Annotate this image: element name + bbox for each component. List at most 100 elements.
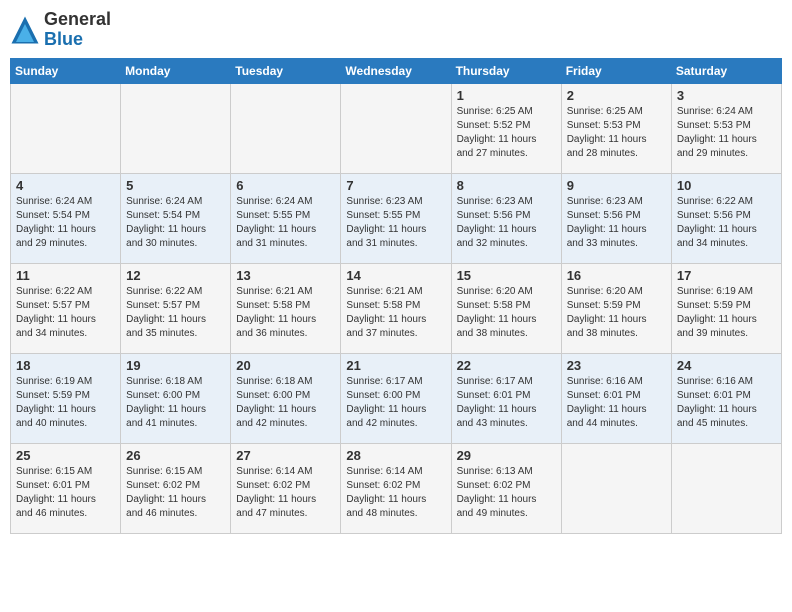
day-number: 21 — [346, 358, 445, 373]
calendar-cell: 5 Sunrise: 6:24 AMSunset: 5:54 PMDaylight… — [121, 173, 231, 263]
day-number: 25 — [16, 448, 115, 463]
calendar-header-row: SundayMondayTuesdayWednesdayThursdayFrid… — [11, 58, 782, 83]
calendar-cell: 2 Sunrise: 6:25 AMSunset: 5:53 PMDaylight… — [561, 83, 671, 173]
day-number: 1 — [457, 88, 556, 103]
day-number: 6 — [236, 178, 335, 193]
col-header-friday: Friday — [561, 58, 671, 83]
col-header-wednesday: Wednesday — [341, 58, 451, 83]
cell-info: Sunrise: 6:18 AMSunset: 6:00 PMDaylight:… — [126, 375, 225, 431]
cell-info: Sunrise: 6:24 AMSunset: 5:54 PMDaylight:… — [126, 195, 225, 251]
calendar-cell: 8Sunrise: 6:23 AMSunset: 5:56 PMDaylight… — [451, 173, 561, 263]
cell-info: Sunrise: 6:22 AMSunset: 5:56 PMDaylight:… — [677, 195, 776, 251]
calendar-cell: 25 Sunrise: 6:15 AMSunset: 6:01 PMDayligh… — [11, 443, 121, 533]
day-number: 3 — [677, 88, 776, 103]
calendar-cell: 23Sunrise: 6:16 AMSunset: 6:01 PMDayligh… — [561, 353, 671, 443]
day-number: 22 — [457, 358, 556, 373]
cell-info: Sunrise: 6:16 AMSunset: 6:01 PMDaylight:… — [677, 375, 776, 431]
day-number: 26 — [126, 448, 225, 463]
day-number: 4 — [16, 178, 115, 193]
calendar-cell — [671, 443, 781, 533]
col-header-saturday: Saturday — [671, 58, 781, 83]
calendar-cell: 28Sunrise: 6:14 AMSunset: 6:02 PMDayligh… — [341, 443, 451, 533]
calendar-week-5: 25 Sunrise: 6:15 AMSunset: 6:01 PMDayligh… — [11, 443, 782, 533]
cell-info: Sunrise: 6:23 AMSunset: 5:56 PMDaylight:… — [567, 195, 666, 251]
cell-info: Sunrise: 6:13 AMSunset: 6:02 PMDaylight:… — [457, 465, 556, 521]
cell-info: Sunrise: 6:21 AMSunset: 5:58 PMDaylight:… — [236, 285, 335, 341]
calendar-cell — [341, 83, 451, 173]
logo-icon — [10, 15, 40, 45]
cell-info: Sunrise: 6:19 AMSunset: 5:59 PMDaylight:… — [16, 375, 115, 431]
col-header-thursday: Thursday — [451, 58, 561, 83]
cell-info: Sunrise: 6:15 AMSunset: 6:01 PMDaylight:… — [16, 465, 115, 521]
day-number: 27 — [236, 448, 335, 463]
day-number: 13 — [236, 268, 335, 283]
calendar-cell: 21 Sunrise: 6:17 AMSunset: 6:00 PMDayligh… — [341, 353, 451, 443]
calendar-cell — [231, 83, 341, 173]
calendar-cell: 3 Sunrise: 6:24 AMSunset: 5:53 PMDaylight… — [671, 83, 781, 173]
cell-info: Sunrise: 6:24 AMSunset: 5:53 PMDaylight:… — [677, 105, 776, 161]
day-number: 28 — [346, 448, 445, 463]
cell-info: Sunrise: 6:24 AMSunset: 5:55 PMDaylight:… — [236, 195, 335, 251]
calendar-cell — [121, 83, 231, 173]
day-number: 17 — [677, 268, 776, 283]
cell-info: Sunrise: 6:21 AMSunset: 5:58 PMDaylight:… — [346, 285, 445, 341]
col-header-tuesday: Tuesday — [231, 58, 341, 83]
logo: GeneralBlue — [10, 10, 111, 50]
calendar-cell: 29 Sunrise: 6:13 AMSunset: 6:02 PMDayligh… — [451, 443, 561, 533]
calendar-cell: 14 Sunrise: 6:21 AMSunset: 5:58 PMDayligh… — [341, 263, 451, 353]
calendar-week-3: 11 Sunrise: 6:22 AMSunset: 5:57 PMDayligh… — [11, 263, 782, 353]
calendar-cell: 22 Sunrise: 6:17 AMSunset: 6:01 PMDayligh… — [451, 353, 561, 443]
day-number: 14 — [346, 268, 445, 283]
calendar-cell: 1 Sunrise: 6:25 AMSunset: 5:52 PMDaylight… — [451, 83, 561, 173]
calendar-cell: 26 Sunrise: 6:15 AMSunset: 6:02 PMDayligh… — [121, 443, 231, 533]
calendar-cell: 24 Sunrise: 6:16 AMSunset: 6:01 PMDayligh… — [671, 353, 781, 443]
logo-text: GeneralBlue — [44, 10, 111, 50]
cell-info: Sunrise: 6:18 AMSunset: 6:00 PMDaylight:… — [236, 375, 335, 431]
calendar-cell: 9 Sunrise: 6:23 AMSunset: 5:56 PMDaylight… — [561, 173, 671, 263]
day-number: 15 — [457, 268, 556, 283]
day-number: 29 — [457, 448, 556, 463]
col-header-monday: Monday — [121, 58, 231, 83]
calendar-week-1: 1 Sunrise: 6:25 AMSunset: 5:52 PMDaylight… — [11, 83, 782, 173]
cell-info: Sunrise: 6:24 AMSunset: 5:54 PMDaylight:… — [16, 195, 115, 251]
cell-info: Sunrise: 6:17 AMSunset: 6:00 PMDaylight:… — [346, 375, 445, 431]
cell-info: Sunrise: 6:23 AMSunset: 5:55 PMDaylight:… — [346, 195, 445, 251]
cell-info: Sunrise: 6:25 AMSunset: 5:53 PMDaylight:… — [567, 105, 666, 161]
day-number: 20 — [236, 358, 335, 373]
calendar-week-2: 4 Sunrise: 6:24 AMSunset: 5:54 PMDaylight… — [11, 173, 782, 263]
calendar-cell: 7 Sunrise: 6:23 AMSunset: 5:55 PMDaylight… — [341, 173, 451, 263]
cell-info: Sunrise: 6:22 AMSunset: 5:57 PMDaylight:… — [126, 285, 225, 341]
col-header-sunday: Sunday — [11, 58, 121, 83]
calendar-cell: 13 Sunrise: 6:21 AMSunset: 5:58 PMDayligh… — [231, 263, 341, 353]
cell-info: Sunrise: 6:15 AMSunset: 6:02 PMDaylight:… — [126, 465, 225, 521]
cell-info: Sunrise: 6:16 AMSunset: 6:01 PMDaylight:… — [567, 375, 666, 431]
calendar-cell: 12 Sunrise: 6:22 AMSunset: 5:57 PMDayligh… — [121, 263, 231, 353]
cell-info: Sunrise: 6:25 AMSunset: 5:52 PMDaylight:… — [457, 105, 556, 161]
calendar-cell: 10 Sunrise: 6:22 AMSunset: 5:56 PMDayligh… — [671, 173, 781, 263]
day-number: 19 — [126, 358, 225, 373]
cell-info: Sunrise: 6:22 AMSunset: 5:57 PMDaylight:… — [16, 285, 115, 341]
cell-info: Sunrise: 6:20 AMSunset: 5:59 PMDaylight:… — [567, 285, 666, 341]
day-number: 2 — [567, 88, 666, 103]
day-number: 7 — [346, 178, 445, 193]
calendar-cell: 17 Sunrise: 6:19 AMSunset: 5:59 PMDayligh… — [671, 263, 781, 353]
day-number: 12 — [126, 268, 225, 283]
calendar-cell: 19 Sunrise: 6:18 AMSunset: 6:00 PMDayligh… — [121, 353, 231, 443]
day-number: 18 — [16, 358, 115, 373]
page-header: GeneralBlue — [10, 10, 782, 50]
cell-info: Sunrise: 6:14 AMSunset: 6:02 PMDaylight:… — [236, 465, 335, 521]
calendar-cell: 11 Sunrise: 6:22 AMSunset: 5:57 PMDayligh… — [11, 263, 121, 353]
day-number: 8 — [457, 178, 556, 193]
calendar-body: 1 Sunrise: 6:25 AMSunset: 5:52 PMDaylight… — [11, 83, 782, 533]
calendar-cell: 15Sunrise: 6:20 AMSunset: 5:58 PMDayligh… — [451, 263, 561, 353]
day-number: 11 — [16, 268, 115, 283]
cell-info: Sunrise: 6:19 AMSunset: 5:59 PMDaylight:… — [677, 285, 776, 341]
calendar-cell: 4 Sunrise: 6:24 AMSunset: 5:54 PMDaylight… — [11, 173, 121, 263]
cell-info: Sunrise: 6:17 AMSunset: 6:01 PMDaylight:… — [457, 375, 556, 431]
day-number: 24 — [677, 358, 776, 373]
day-number: 10 — [677, 178, 776, 193]
day-number: 5 — [126, 178, 225, 193]
day-number: 9 — [567, 178, 666, 193]
calendar-cell: 27 Sunrise: 6:14 AMSunset: 6:02 PMDayligh… — [231, 443, 341, 533]
calendar-cell: 18 Sunrise: 6:19 AMSunset: 5:59 PMDayligh… — [11, 353, 121, 443]
